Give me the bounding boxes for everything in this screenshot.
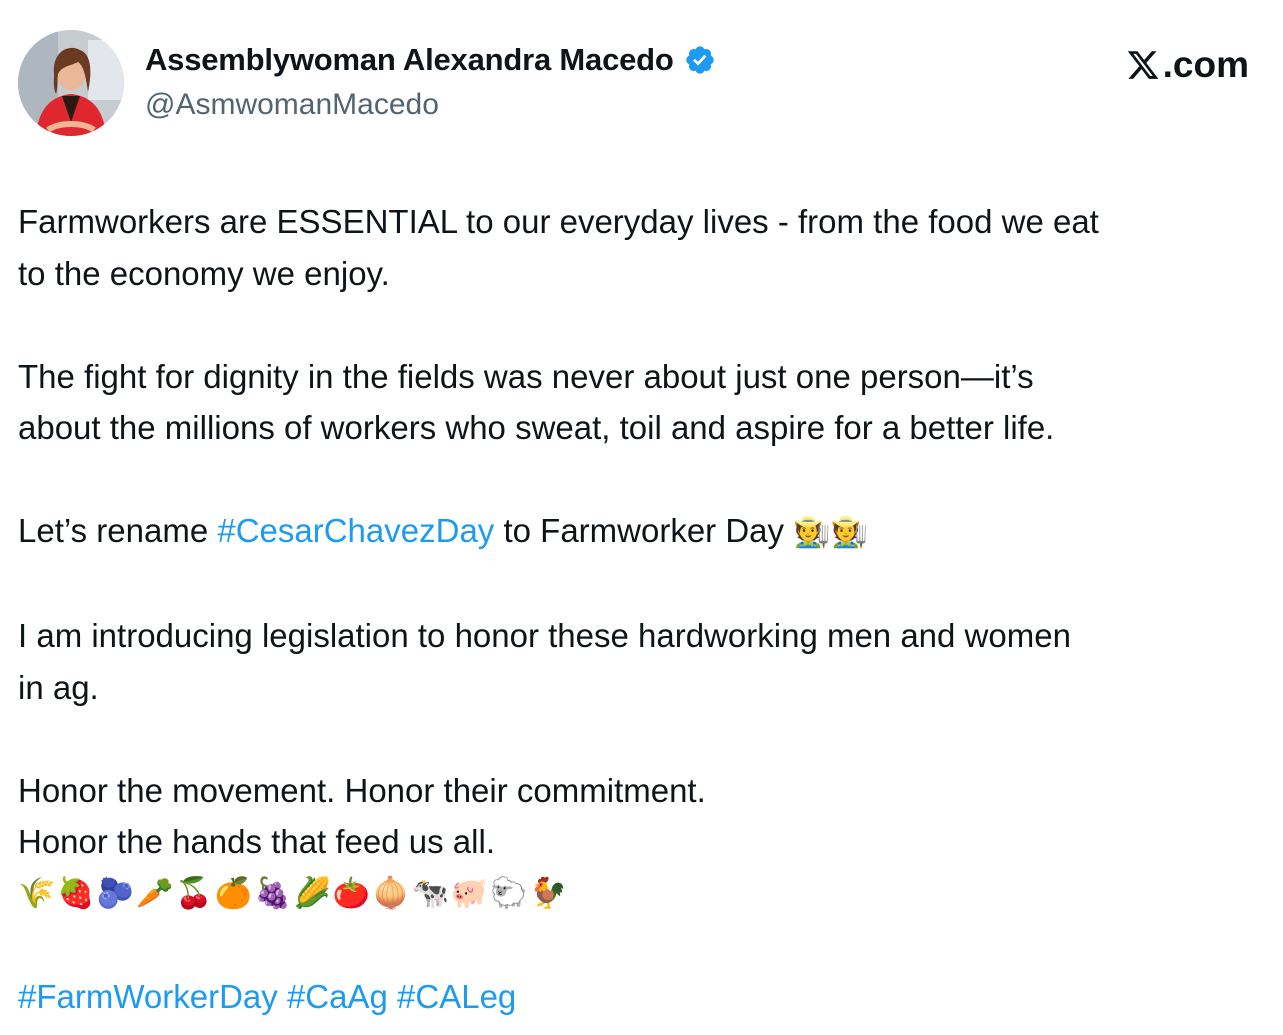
tweet-line: Let’s rename #CesarChavezDay to Farmwork… bbox=[18, 505, 1263, 559]
tweet-line: in ag. bbox=[18, 668, 99, 706]
tweet-hashtags: #FarmWorkerDay #CaAg #CALeg bbox=[18, 971, 1263, 1023]
author-handle[interactable]: @AsmwomanMacedo bbox=[145, 88, 439, 122]
tweet-card: Assemblywoman Alexandra Macedo @Asmwoman… bbox=[0, 0, 1283, 1035]
author-name-row[interactable]: Assemblywoman Alexandra Macedo bbox=[145, 42, 716, 78]
produce-emoji-icon-row: 🌾🍓🫐🥕🍒🍊🍇🌽🍅🧅🐄🐖🐑🐓 bbox=[18, 876, 569, 910]
x-logo-icon bbox=[1125, 48, 1161, 82]
hashtag-link[interactable]: #FarmWorkerDay bbox=[18, 978, 278, 1015]
tweet-line: The fight for dignity in the fields was … bbox=[18, 357, 1034, 395]
tweet-paragraph: Honor the movement. Honor their commitme… bbox=[18, 765, 1263, 920]
hashtag-link[interactable]: #CALeg bbox=[397, 978, 516, 1015]
rename-text-after: to Farmworker Day bbox=[494, 512, 794, 549]
tweet-line: Honor the hands that feed us all. bbox=[18, 823, 495, 860]
tweet-paragraph: Let’s rename #CesarChavezDay to Farmwork… bbox=[18, 505, 1263, 559]
author-display-name[interactable]: Assemblywoman Alexandra Macedo bbox=[145, 42, 674, 78]
x-brand-label: .com bbox=[1162, 44, 1249, 85]
tweet-paragraph: I am introducing legislation to honor th… bbox=[18, 610, 1263, 713]
tweet-line: Honor the movement. Honor their commitme… bbox=[18, 771, 706, 809]
tweet-line: about the millions of workers who sweat,… bbox=[18, 409, 1055, 446]
hashtag-line: #FarmWorkerDay #CaAg #CALeg bbox=[18, 971, 1263, 1023]
hashtag-link[interactable]: #CesarChavezDay bbox=[217, 512, 494, 549]
rename-text-before: Let’s rename bbox=[18, 512, 218, 549]
hashtag-link[interactable]: #CaAg bbox=[287, 978, 388, 1015]
x-brand[interactable]: .com bbox=[1125, 44, 1249, 86]
verified-badge-icon bbox=[684, 44, 716, 76]
avatar-image bbox=[18, 30, 124, 136]
tweet-text: Farmworkers are ESSENTIAL to our everyda… bbox=[18, 196, 1263, 1022]
tweet-line: I am introducing legislation to honor th… bbox=[18, 617, 1071, 654]
tweet-line: to the economy we enjoy. bbox=[18, 254, 390, 292]
farmer-emoji-icon: 🧑‍🌾🧑‍🌾 bbox=[793, 516, 868, 549]
avatar[interactable] bbox=[18, 30, 124, 136]
tweet-line: Farmworkers are ESSENTIAL to our everyda… bbox=[18, 203, 1099, 240]
tweet-paragraph: The fight for dignity in the fields was … bbox=[18, 351, 1263, 454]
tweet-paragraph: Farmworkers are ESSENTIAL to our everyda… bbox=[18, 196, 1263, 299]
